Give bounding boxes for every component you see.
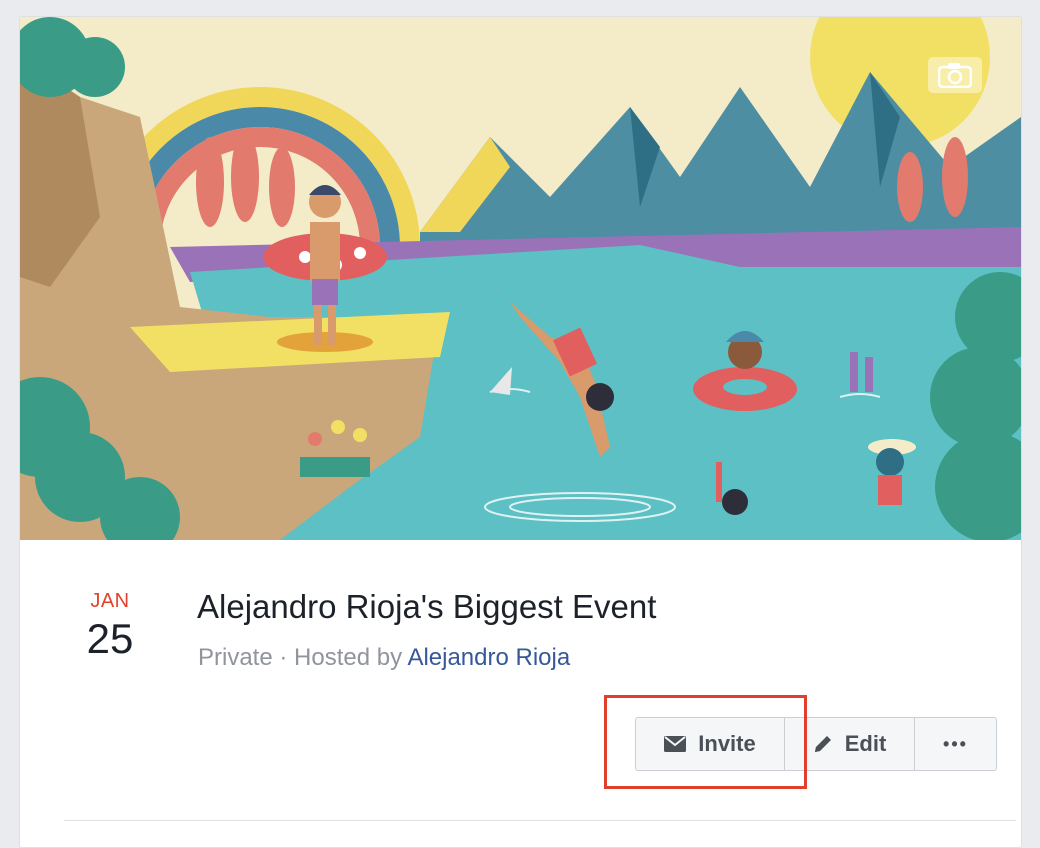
- hosted-by-label: Hosted by: [294, 644, 408, 671]
- event-cover-photo: [20, 17, 1021, 540]
- pencil-icon: [814, 736, 831, 752]
- event-privacy: Private: [198, 644, 273, 671]
- event-date: JAN 25: [76, 589, 144, 663]
- invite-label: Invite: [698, 731, 756, 756]
- ellipsis-icon: •••: [943, 733, 968, 754]
- event-actions: Invite Edit •••: [635, 717, 997, 771]
- event-card: JAN 25 Alejandro Rioja's Biggest Event P…: [19, 16, 1022, 848]
- event-date-day: 25: [86, 615, 134, 662]
- meta-separator: ·: [272, 644, 295, 671]
- invite-button[interactable]: Invite: [636, 718, 784, 770]
- section-divider: [64, 820, 1016, 821]
- event-meta: Private · Hosted by Alejandro Rioja: [198, 643, 570, 673]
- event-title: Alejandro Rioja's Biggest Event: [197, 588, 657, 625]
- change-cover-button[interactable]: [928, 57, 982, 93]
- more-options-button[interactable]: •••: [914, 718, 996, 770]
- camera-icon: [938, 63, 972, 88]
- edit-label: Edit: [844, 731, 887, 756]
- event-date-month: JAN: [90, 590, 130, 612]
- envelope-icon: [664, 736, 687, 752]
- edit-button[interactable]: Edit: [784, 718, 914, 770]
- host-link[interactable]: Alejandro Rioja: [407, 644, 570, 671]
